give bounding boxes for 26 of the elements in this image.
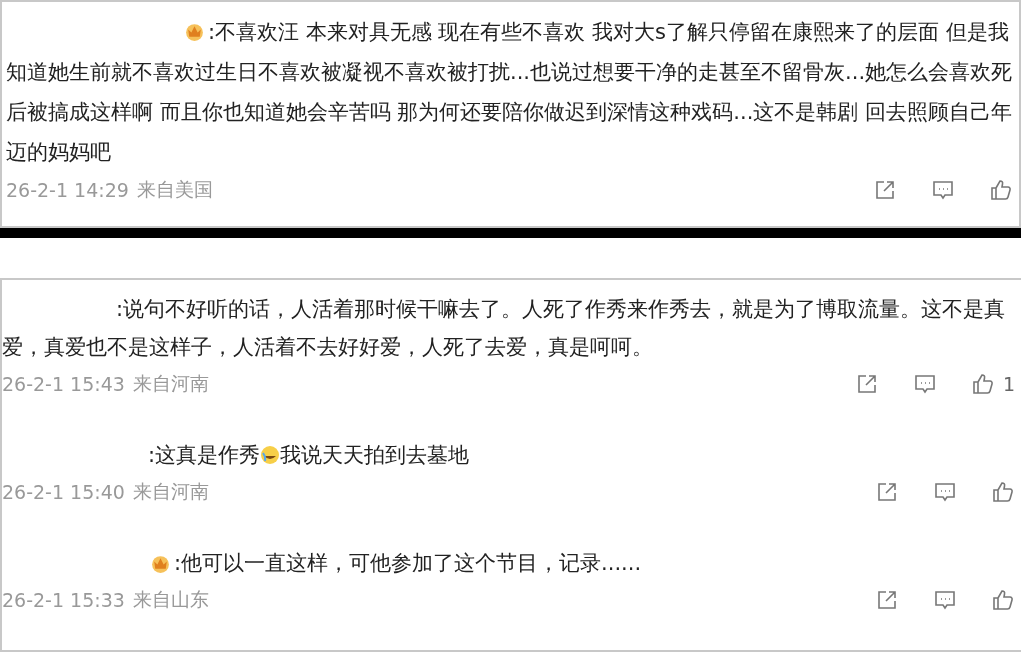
comment-time: 26-2-1 15:33	[2, 589, 125, 611]
comment-location: 来自河南	[132, 371, 209, 396]
like-icon[interactable]	[991, 480, 1015, 504]
comment-location: 来自河南	[132, 479, 209, 504]
comment-icon[interactable]	[931, 178, 955, 202]
comment-time: 26-2-1 15:40	[2, 481, 125, 503]
comment-text: :说句不好听的话，人活着那时候干嘛去了。人死了作秀来作秀去，就是为了博取流量。这不是真爱，真爱也不是这样子，人活着不去好好爱，人死了去爱，真是呵呵。	[2, 297, 1006, 359]
comment-time: 26-2-1 15:43	[2, 373, 125, 395]
comment-icon[interactable]	[912, 372, 937, 396]
comment-time: 26-2-1 14:29	[6, 179, 129, 201]
share-icon[interactable]	[875, 588, 899, 612]
comment-text: 我说天天拍到去墓地	[280, 443, 470, 467]
like-count: 1	[1002, 373, 1015, 395]
comment-icon[interactable]	[933, 480, 957, 504]
like-icon[interactable]	[989, 178, 1013, 202]
like-icon[interactable]	[991, 588, 1015, 612]
share-icon[interactable]	[875, 480, 899, 504]
emoji-icon	[260, 445, 281, 465]
comment-location: 来自山东	[132, 587, 209, 612]
share-icon[interactable]	[873, 178, 897, 202]
comment-location: 来自美国	[136, 177, 213, 202]
like-icon[interactable]	[970, 372, 995, 396]
comment-text: :他可以一直这样，可他参加了这个节目，记录......	[174, 551, 642, 575]
comment-icon[interactable]	[933, 588, 957, 612]
comment-text: :不喜欢汪 本来对具无感 现在有些不喜欢 我对大s了解只停留在康熙来了的层面 但是我知道她生前就不喜欢过生日不喜欢被凝视不喜欢被打扰...也说过想要干净的走甚至不留骨灰...她怎么会喜欢死后被搞成这样啊 而且你也知道她会辛苦吗 那为何还要陪你做迟到深情这种戏码...这不是韩剧 回去照顾自己年迈的妈妈吧	[6, 20, 1013, 164]
comment-text: :这真是作秀	[148, 443, 261, 467]
